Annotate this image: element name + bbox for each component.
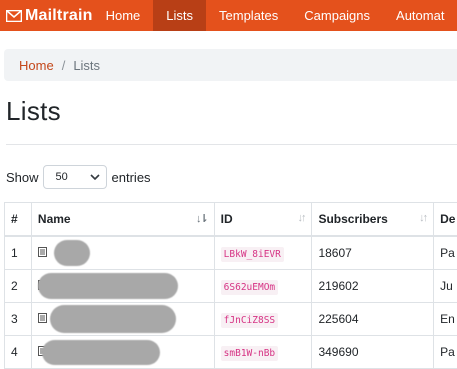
list-icon xyxy=(37,247,47,257)
cell-subscribers: 18607 xyxy=(311,235,435,270)
col-header-id-label: ID xyxy=(220,212,233,226)
col-header-subscribers[interactable]: Subscribers ↓↑ xyxy=(311,202,435,237)
col-header-description-label: De xyxy=(440,212,456,226)
cell-num: 2 xyxy=(4,269,32,303)
entries-length-control: Show 50 entries xyxy=(6,165,151,189)
lists-table: # Name ↓⇂ ID ↓↑ Subscribers ↓↑ De 1 LBkW… xyxy=(4,202,457,369)
col-header-name[interactable]: Name ↓⇂ xyxy=(30,202,215,237)
col-header-num-label: # xyxy=(11,212,18,226)
brand-name: Mailtrain xyxy=(25,6,93,24)
breadcrumb-home[interactable]: Home xyxy=(19,58,54,73)
list-id: fJnCiZ8SS xyxy=(220,313,279,328)
brand[interactable]: Mailtrain xyxy=(0,0,93,31)
cell-num: 3 xyxy=(4,302,32,336)
table-row[interactable]: 2 6S62uEMOm 219602 Ju xyxy=(4,269,457,303)
nav-home[interactable]: Home xyxy=(93,0,154,31)
top-navbar: Mailtrain Home Lists Templates Campaigns… xyxy=(0,0,457,31)
table-row[interactable]: 1 LBkW_8iEVR 18607 Pa xyxy=(4,235,457,270)
sort-asc-icon: ↓⇂ xyxy=(195,213,209,225)
col-header-subscribers-label: Subscribers xyxy=(318,212,388,226)
envelope-icon xyxy=(6,9,22,22)
table-header-row: # Name ↓⇂ ID ↓↑ Subscribers ↓↑ De xyxy=(4,202,457,237)
breadcrumb-current: Lists xyxy=(73,57,101,73)
nav-templates[interactable]: Templates xyxy=(206,0,291,31)
cell-description: En xyxy=(433,302,457,336)
sort-icon: ↓↑ xyxy=(297,212,306,224)
cell-id: fJnCiZ8SS xyxy=(213,302,313,336)
table-row[interactable]: 3 fJnCiZ8SS 225604 En xyxy=(4,302,457,336)
redacted-name xyxy=(41,340,160,365)
cell-subscribers: 219602 xyxy=(311,269,435,303)
lists-table-wrapper: # Name ↓⇂ ID ↓↑ Subscribers ↓↑ De 1 LBkW… xyxy=(4,202,457,369)
page-title: Lists xyxy=(6,96,61,126)
cell-num: 4 xyxy=(4,335,32,369)
redacted-name xyxy=(53,240,90,266)
nav-campaigns[interactable]: Campaigns xyxy=(291,0,383,31)
cell-subscribers: 225604 xyxy=(311,302,435,336)
list-id: smB1W-nBb xyxy=(220,346,279,361)
sort-icon: ↓↑ xyxy=(419,212,428,224)
entries-select[interactable]: 50 xyxy=(42,165,107,189)
divider xyxy=(6,144,457,145)
list-id: 6S62uEMOm xyxy=(220,280,279,295)
breadcrumb: Home / Lists xyxy=(4,49,457,81)
table-row[interactable]: 4 smB1W-nBb 349690 Pa xyxy=(4,335,457,369)
cell-name[interactable] xyxy=(30,235,215,270)
cell-name[interactable] xyxy=(30,269,215,303)
cell-name[interactable] xyxy=(30,302,215,336)
breadcrumb-separator: / xyxy=(61,57,66,73)
col-header-name-label: Name xyxy=(37,212,71,226)
redacted-name xyxy=(37,273,178,299)
show-label: Show xyxy=(6,169,39,185)
cell-description: Ju xyxy=(433,269,457,303)
col-header-description[interactable]: De xyxy=(433,202,457,237)
cell-id: 6S62uEMOm xyxy=(213,269,313,303)
cell-description: Pa xyxy=(433,235,457,270)
list-icon xyxy=(37,313,47,323)
cell-id: smB1W-nBb xyxy=(213,335,313,369)
list-id: LBkW_8iEVR xyxy=(220,247,284,262)
nav-lists[interactable]: Lists xyxy=(153,0,207,31)
cell-description: Pa xyxy=(433,335,457,369)
redacted-name xyxy=(49,305,176,333)
cell-id: LBkW_8iEVR xyxy=(213,235,313,270)
cell-name[interactable] xyxy=(30,335,215,369)
entries-select-value: 50 xyxy=(55,171,68,183)
col-header-num[interactable]: # xyxy=(4,202,32,237)
col-header-id[interactable]: ID ↓↑ xyxy=(213,202,313,237)
nav-automation[interactable]: Automat xyxy=(383,0,457,31)
entries-label: entries xyxy=(111,169,151,185)
chevron-down-icon xyxy=(89,174,100,180)
cell-num: 1 xyxy=(4,235,32,270)
cell-subscribers: 349690 xyxy=(311,335,435,369)
